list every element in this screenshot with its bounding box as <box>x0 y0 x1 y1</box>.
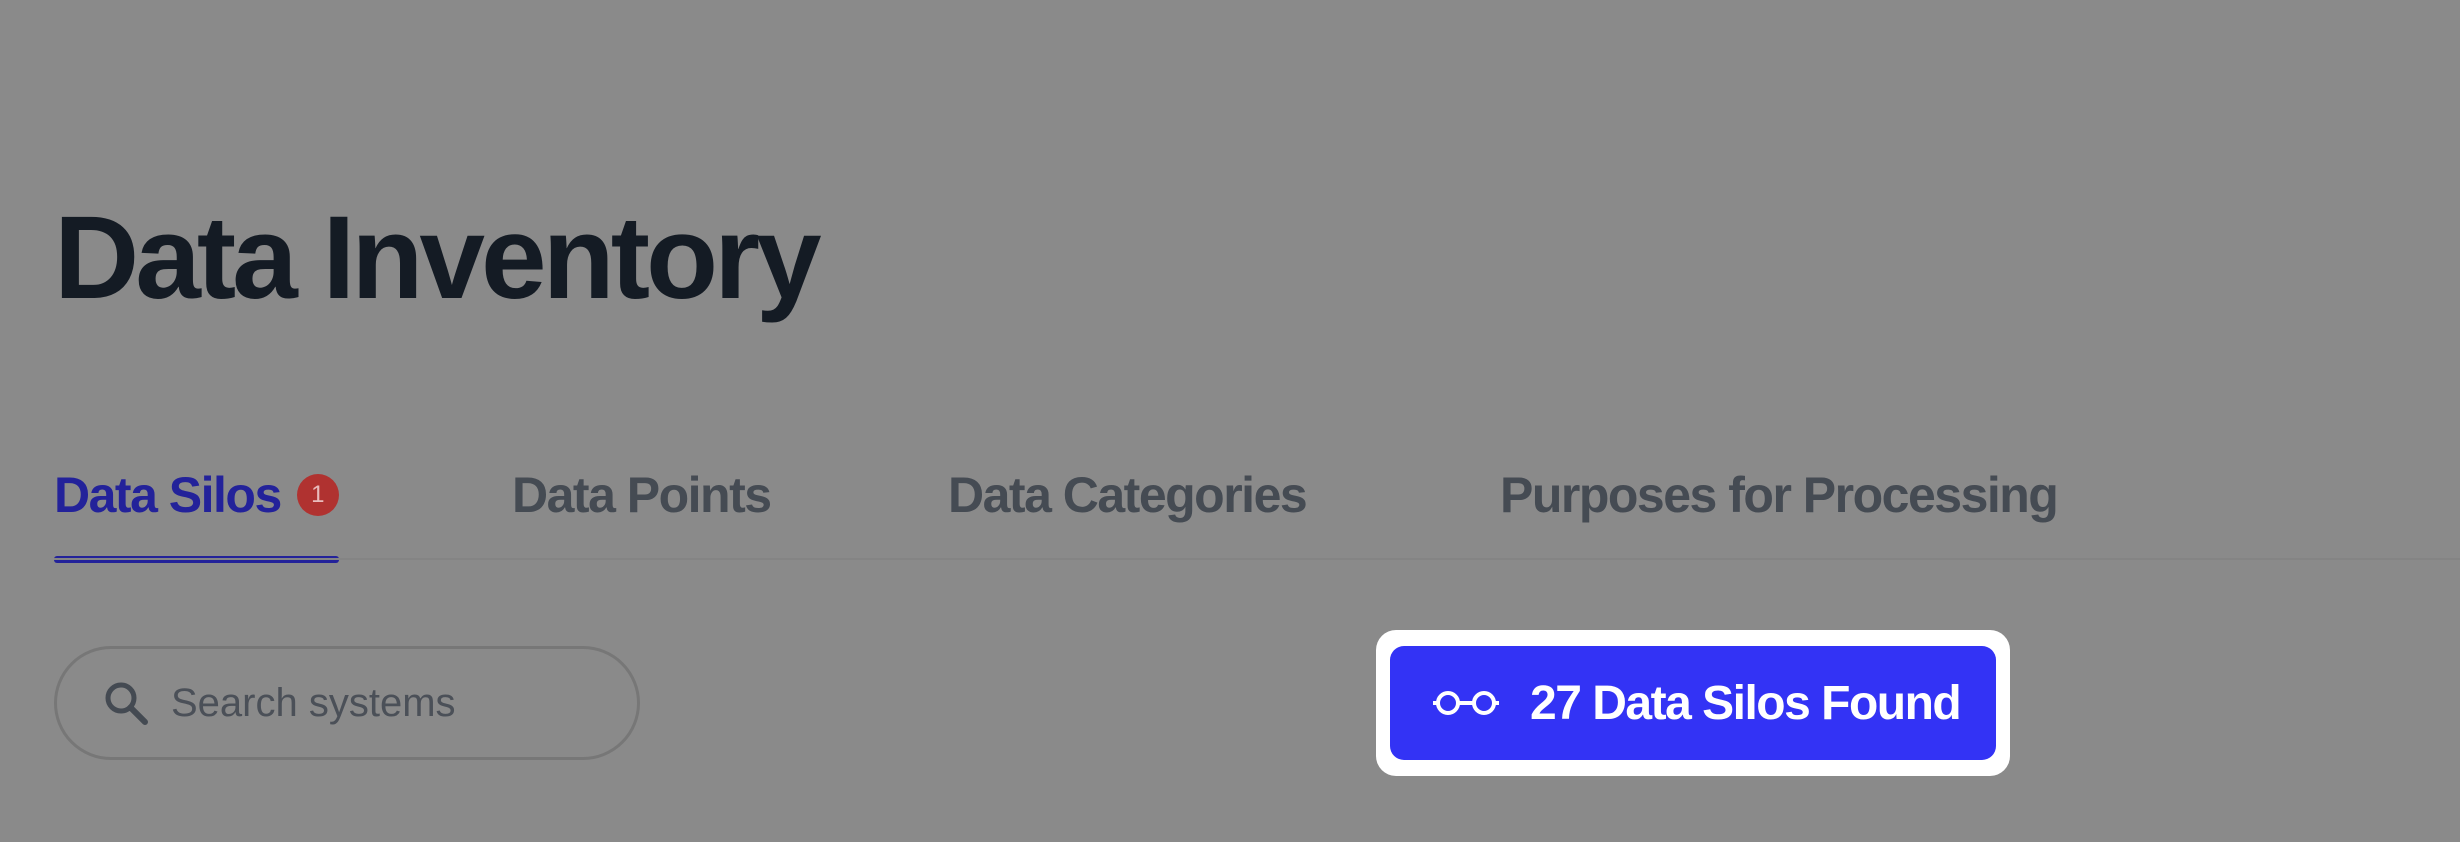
notification-badge: 1 <box>296 474 339 516</box>
search-icon <box>105 682 148 725</box>
tab-label: Data Categories <box>948 467 1308 523</box>
data-silos-found-label: 27 Data Silos Found <box>1530 676 1962 730</box>
data-silos-found-button[interactable]: 27 Data Silos Found <box>1390 646 1996 760</box>
tab-divider <box>54 558 2460 560</box>
tab-label: Purposes for Processing <box>1500 467 2059 523</box>
tab-data-categories[interactable]: Data Categories <box>948 430 1308 560</box>
highlight-frame: 27 Data Silos Found <box>1376 630 2010 776</box>
tab-data-points[interactable]: Data Points <box>512 430 772 560</box>
tab-data-silos[interactable]: Data Silos 1 <box>54 430 339 563</box>
search-box[interactable] <box>54 646 640 760</box>
tab-label: Data Points <box>512 467 772 523</box>
search-input[interactable] <box>171 680 611 726</box>
tab-bar: Data Silos 1 Data Points Data Categories… <box>0 430 2460 563</box>
glasses-icon <box>1433 691 1499 715</box>
tab-purposes-for-processing[interactable]: Purposes for Processing <box>1500 430 2059 560</box>
page-title: Data Inventory <box>54 192 822 324</box>
tab-label: Data Silos <box>54 467 282 523</box>
